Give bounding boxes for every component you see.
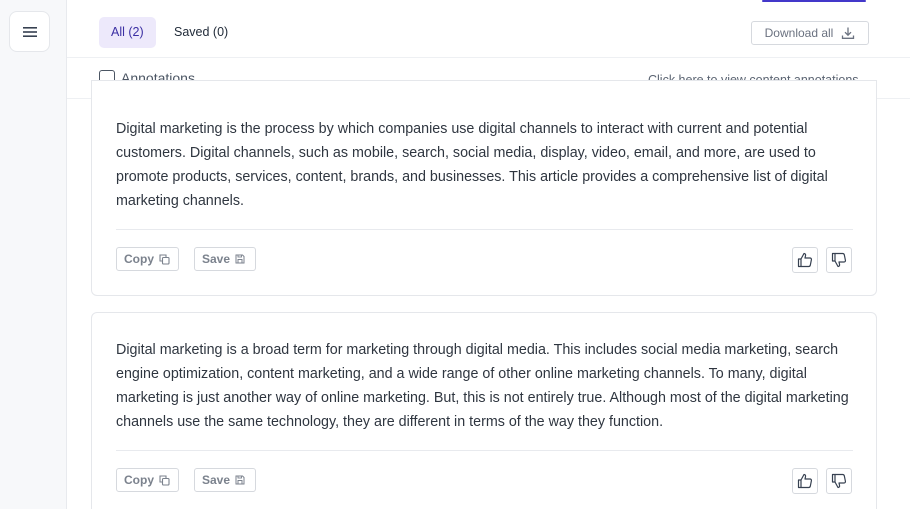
results-panel: All (2) Saved (0) Download all Annotatio…	[67, 0, 910, 509]
save-label: Save	[202, 473, 231, 487]
card-divider	[116, 229, 853, 230]
hamburger-menu-icon	[22, 26, 37, 37]
copy-button[interactable]: Copy	[116, 468, 179, 492]
top-accent-bar	[762, 0, 866, 2]
download-all-button[interactable]: Download all	[751, 21, 869, 45]
save-button[interactable]: Save	[194, 468, 256, 492]
menu-button[interactable]	[9, 11, 50, 52]
result-text: Digital marketing is the process by whic…	[116, 121, 828, 209]
tab-saved[interactable]: Saved (0)	[162, 17, 240, 48]
thumbs-up-icon	[797, 473, 813, 489]
thumbs-up-button[interactable]	[792, 247, 818, 273]
tab-all[interactable]: All (2)	[99, 17, 156, 48]
save-label: Save	[202, 252, 231, 266]
download-icon	[842, 27, 855, 39]
copy-icon	[159, 474, 170, 486]
floppy-disk-icon	[235, 475, 245, 485]
result-card: Digital marketing is a broad term for ma…	[91, 312, 877, 509]
thumbs-down-button[interactable]	[826, 468, 852, 494]
thumbs-up-icon	[797, 252, 813, 268]
thumbs-down-icon	[831, 473, 847, 489]
thumbs-down-icon	[831, 252, 847, 268]
result-card: Digital marketing is the process by whic…	[91, 80, 877, 296]
copy-label: Copy	[124, 473, 154, 487]
save-button[interactable]: Save	[194, 247, 256, 271]
results-header: All (2) Saved (0) Download all	[67, 0, 910, 58]
result-text: Digital marketing is a broad term for ma…	[116, 342, 849, 430]
card-divider	[116, 450, 853, 451]
thumbs-down-button[interactable]	[826, 247, 852, 273]
copy-button[interactable]: Copy	[116, 247, 179, 271]
download-all-label: Download all	[764, 26, 834, 40]
sidebar	[0, 0, 67, 509]
copy-icon	[159, 253, 170, 265]
floppy-disk-icon	[235, 254, 245, 264]
copy-label: Copy	[124, 252, 154, 266]
thumbs-up-button[interactable]	[792, 468, 818, 494]
